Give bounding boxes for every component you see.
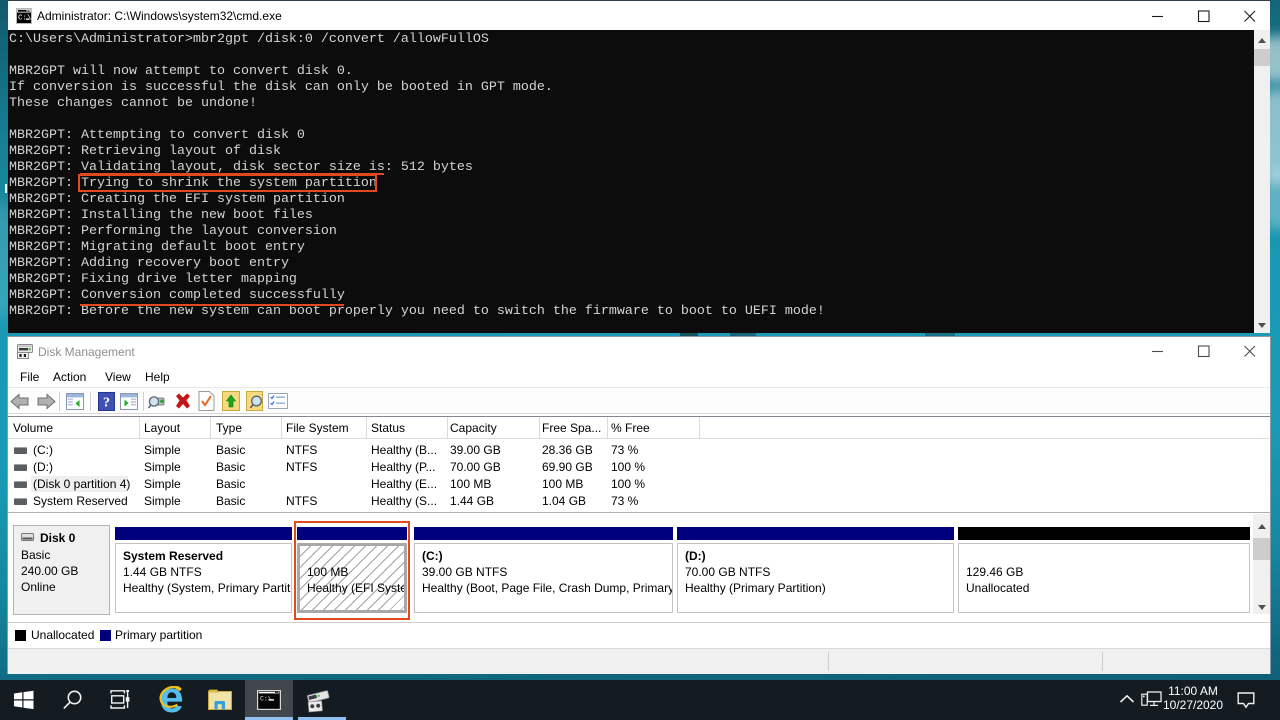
svg-text:C:\: C:\ xyxy=(18,15,32,23)
svg-text:C:\: C:\ xyxy=(260,696,272,703)
svg-text:?: ? xyxy=(103,396,110,411)
